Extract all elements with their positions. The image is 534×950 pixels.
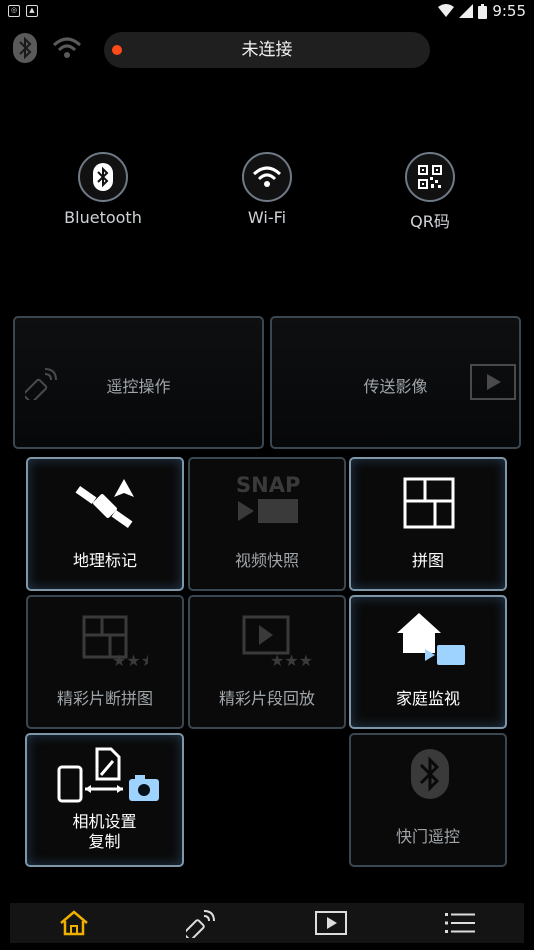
- wifi-option[interactable]: Wi-Fi: [212, 152, 322, 227]
- nav-menu[interactable]: [396, 903, 524, 943]
- svg-text:★★★: ★★★: [270, 651, 312, 667]
- connection-status-bar[interactable]: 未连接: [104, 32, 430, 68]
- qr-option[interactable]: QR码: [375, 152, 485, 232]
- notification-icon-2: ▲: [26, 5, 38, 17]
- qr-label: QR码: [410, 212, 450, 231]
- clock: 9:55: [492, 2, 526, 20]
- home-monitor-tile[interactable]: 家庭监视: [349, 595, 507, 729]
- wifi-status-icon: [438, 4, 455, 17]
- svg-text:★★★: ★★★: [112, 651, 148, 667]
- collage-icon: [403, 477, 455, 529]
- nav-remote[interactable]: [138, 903, 266, 943]
- bottom-navigation: [10, 903, 524, 943]
- shutter-remote-tile[interactable]: 快门遥控: [349, 733, 507, 867]
- bluetooth-icon: [78, 152, 128, 202]
- home-monitor-icon: [397, 613, 465, 665]
- connection-status-text: 未连接: [241, 40, 293, 60]
- battery-icon: [478, 3, 488, 19]
- nav-home[interactable]: [10, 903, 138, 943]
- copy-settings-icon: [57, 747, 159, 803]
- remote-operation-tile[interactable]: 遥控操作: [13, 316, 264, 449]
- geotag-tile[interactable]: 地理标记: [26, 457, 184, 591]
- wifi-label: Wi-Fi: [247, 208, 287, 227]
- wifi-status-large-icon: [52, 37, 82, 58]
- bluetooth-status-icon: [13, 33, 37, 63]
- snap-movie-tile[interactable]: SNAP 视频快照: [188, 457, 346, 591]
- bluetooth-label: Bluetooth: [64, 208, 142, 227]
- highlight-playback-icon: ★★★: [242, 615, 312, 667]
- qr-code-icon: [405, 152, 455, 202]
- geotag-label: 地理标记: [72, 551, 137, 570]
- snap-movie-label: 视频快照: [234, 551, 299, 570]
- highlight-playback-tile[interactable]: ★★★ 精彩片段回放: [188, 595, 346, 729]
- nav-playback[interactable]: [267, 903, 395, 943]
- snap-icon-text: SNAP: [236, 473, 301, 497]
- bluetooth-shutter-icon: [411, 749, 449, 799]
- copy-settings-label: 相机设置 复制: [72, 812, 137, 851]
- shutter-remote-label: 快门遥控: [395, 827, 460, 846]
- notification-icon: ◎: [8, 5, 20, 17]
- signal-icon: [459, 4, 474, 18]
- highlight-collage-tile[interactable]: ★★★ 精彩片断拼图: [26, 595, 184, 729]
- snap-movie-icon: [238, 499, 298, 523]
- wifi-icon: [242, 152, 292, 202]
- menu-icon: [445, 913, 475, 933]
- transfer-images-tile[interactable]: 传送影像: [270, 316, 521, 449]
- copy-settings-tile[interactable]: 相机设置 复制: [25, 733, 184, 867]
- status-bar: ◎ ▲ 9:55: [0, 0, 534, 24]
- collage-label: 拼图: [411, 551, 444, 570]
- remote-icon: [186, 910, 215, 938]
- home-monitor-label: 家庭监视: [395, 689, 460, 708]
- highlight-playback-label: 精彩片段回放: [218, 689, 315, 708]
- satellite-icon: [75, 479, 134, 529]
- highlight-collage-label: 精彩片断拼图: [56, 689, 153, 708]
- remote-operation-label: 遥控操作: [106, 377, 171, 396]
- playback-icon: [315, 911, 347, 935]
- highlight-collage-icon: ★★★: [82, 615, 148, 667]
- playback-icon: [470, 364, 516, 400]
- bluetooth-option[interactable]: Bluetooth: [48, 152, 158, 227]
- collage-tile[interactable]: 拼图: [349, 457, 507, 591]
- home-icon: [60, 910, 88, 936]
